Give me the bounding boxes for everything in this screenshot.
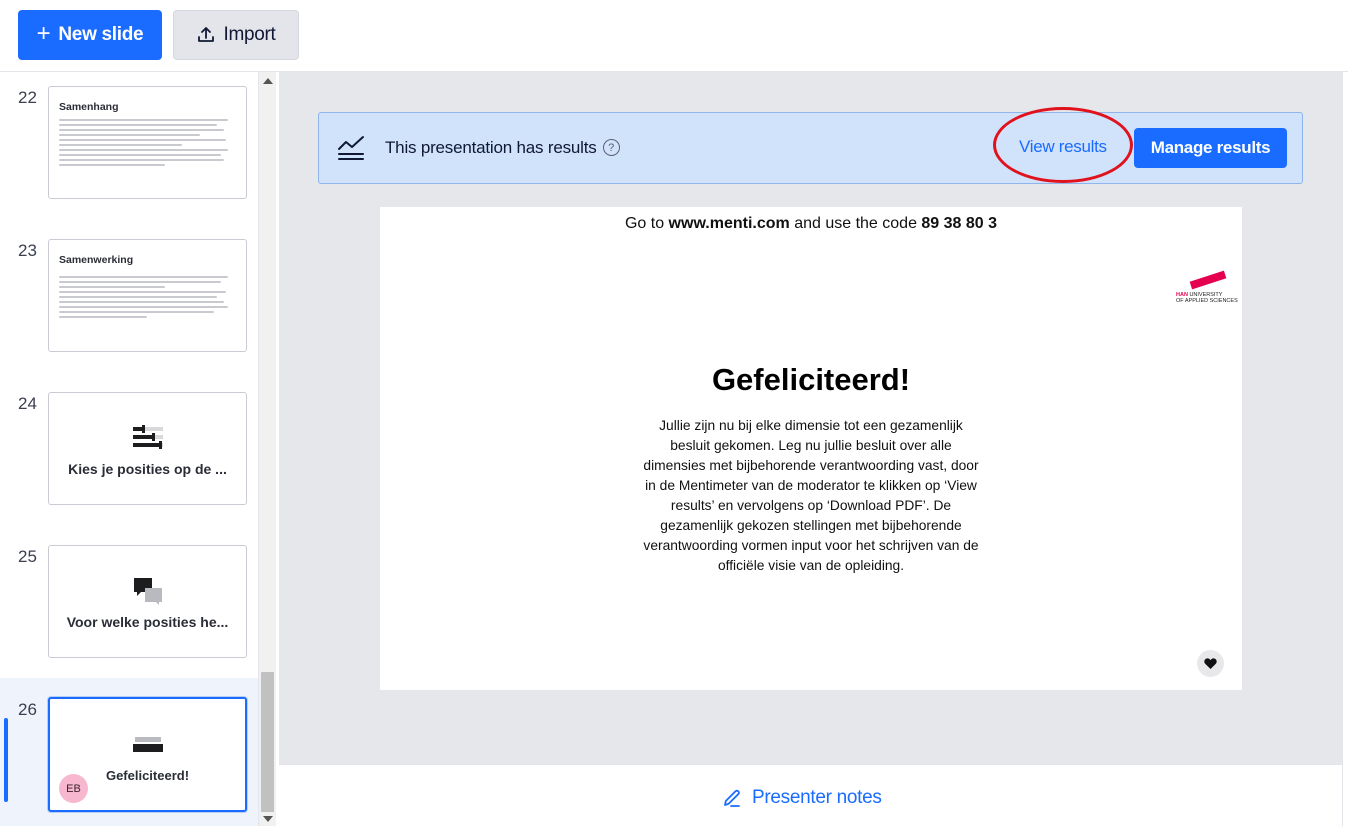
top-toolbar: + New slide Import (0, 0, 1348, 72)
scroll-up-arrow-icon[interactable] (263, 78, 273, 84)
slide-number: 25 (18, 547, 37, 566)
scrollbar-thumb[interactable] (261, 672, 274, 812)
slide-number: 26 (18, 700, 37, 719)
results-message: This presentation has results (385, 138, 597, 157)
join-url: www.menti.com (668, 215, 790, 232)
reaction-heart-button[interactable] (1197, 650, 1224, 677)
scales-icon (132, 425, 163, 449)
slide-canvas[interactable]: Go to www.menti.com and use the code 89 … (380, 207, 1242, 690)
banner-text: This presentation has results? (385, 138, 620, 158)
slide-item-23[interactable]: 23 Samenwerking (0, 225, 258, 375)
join-prefix: Go to (624, 215, 669, 232)
slide-thumbnail-selected[interactable]: Gefeliciteerd! EB (48, 697, 247, 812)
right-panel-edge (1342, 72, 1348, 826)
han-university-logo: HAN UNIVERSITY OF APPLIED SCIENCES (1176, 270, 1238, 308)
slide-heading[interactable]: Gefeliciteerd! (380, 362, 1242, 398)
help-icon[interactable]: ? (602, 139, 620, 157)
slide-item-22[interactable]: 22 Samenhang (0, 72, 258, 222)
logo-mark (1189, 270, 1227, 290)
heading-icon (132, 737, 163, 752)
new-slide-label: New slide (58, 24, 144, 45)
slide-thumbnail[interactable]: Samenwerking (48, 239, 247, 352)
import-label: Import (223, 24, 276, 45)
import-button[interactable]: Import (173, 10, 299, 60)
slide-thumbnail-text-lines (59, 276, 235, 321)
slide-number: 22 (18, 88, 37, 107)
slide-list-sidebar: 22 Samenhang 23 Samenwerking 24 Kies je … (0, 72, 258, 826)
speech-bubbles-icon (133, 578, 162, 605)
slide-item-25[interactable]: 25 Voor welke posities he... (0, 531, 258, 681)
slide-thumbnail[interactable]: Voor welke posities he... (48, 545, 247, 658)
slide-number: 23 (18, 241, 37, 260)
new-slide-button[interactable]: + New slide (18, 10, 162, 60)
results-banner: This presentation has results? View resu… (318, 107, 1303, 184)
sidebar-scrollbar[interactable] (258, 72, 276, 826)
results-chart-icon (338, 136, 364, 160)
join-middle: and use the code (789, 215, 922, 232)
slide-item-24[interactable]: 24 Kies je posities op de ... (0, 378, 258, 528)
join-instructions: Go to www.menti.com and use the code 89 … (380, 215, 1242, 233)
manage-results-button[interactable]: Manage results (1134, 128, 1287, 168)
slide-thumbnail[interactable]: Samenhang (48, 86, 247, 199)
avatar: EB (59, 774, 88, 803)
slide-number: 24 (18, 394, 37, 413)
red-annotation-circle (993, 107, 1133, 183)
active-slide-indicator (4, 718, 8, 802)
pencil-icon (724, 789, 740, 807)
slide-thumbnail-title: Kies je posities op de ... (68, 461, 227, 477)
slide-thumbnail-title: Samenwerking (59, 254, 134, 266)
presenter-notes-bar: Presenter notes (279, 764, 1342, 826)
slide-item-26[interactable]: 26 Gefeliciteerd! EB (0, 678, 258, 826)
heart-icon (1204, 657, 1217, 669)
logo-text: HAN UNIVERSITY OF APPLIED SCIENCES (1176, 292, 1238, 304)
presenter-notes-label: Presenter notes (752, 787, 882, 808)
plus-icon: + (36, 20, 51, 47)
presenter-notes-button[interactable]: Presenter notes (722, 787, 882, 809)
slide-body-text[interactable]: Jullie zijn nu bij elke dimensie tot een… (641, 416, 981, 576)
slide-thumbnail-title: Samenhang (59, 101, 119, 113)
slide-thumbnail-title: Voor welke posities he... (66, 614, 229, 630)
upload-icon (198, 27, 215, 42)
scroll-down-arrow-icon[interactable] (263, 816, 273, 822)
slide-editor-area: This presentation has results? View resu… (279, 72, 1342, 764)
slide-thumbnail-text-lines (59, 119, 235, 169)
join-code: 89 38 80 3 (921, 215, 998, 232)
slide-thumbnail[interactable]: Kies je posities op de ... (48, 392, 247, 505)
